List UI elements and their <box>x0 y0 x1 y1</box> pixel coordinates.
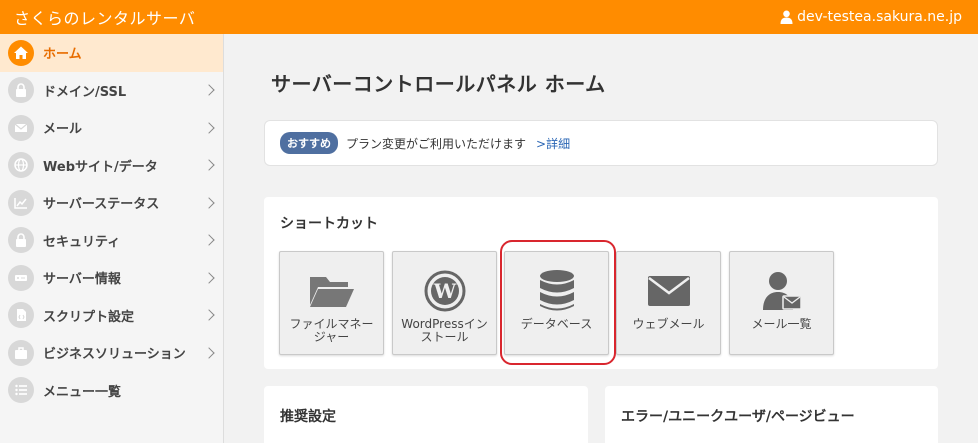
username: dev-testea.sakura.ne.jp <box>797 9 962 25</box>
mail-icon <box>8 114 34 141</box>
shortcuts-title: ショートカット <box>280 216 378 232</box>
chevron-right-icon <box>203 84 215 96</box>
wordpress-icon: W <box>424 268 466 314</box>
main-content: サーバーコントロールパネル ホーム おすすめ プラン変更がご利用いただけます >… <box>224 34 978 443</box>
shortcut-label: WordPressインストール <box>401 317 488 344</box>
sidebar: ホーム ドメイン/SSL メール Webサイト/データ サーバーステータス セキ… <box>0 34 224 443</box>
mail-list-button[interactable]: メール一覧 <box>729 251 834 355</box>
sidebar-item-server-status[interactable]: サーバーステータス <box>0 184 223 222</box>
home-icon <box>8 39 34 66</box>
card-title: 推奨設定 <box>280 409 336 425</box>
mail-user-icon <box>761 268 803 314</box>
highlight-annotation <box>500 240 616 365</box>
page-title: サーバーコントロールパネル ホーム <box>271 72 606 96</box>
shortcut-label: ファイルマネージャー <box>289 317 374 344</box>
brand-title[interactable]: さくらのレンタルサーバ <box>14 5 195 29</box>
chevron-right-icon <box>203 159 215 171</box>
sidebar-item-label: サーバーステータス <box>43 197 160 213</box>
sidebar-item-label: ホーム <box>43 47 82 63</box>
webmail-button[interactable]: ウェブメール <box>616 251 721 355</box>
sidebar-item-label: セキュリティ <box>43 234 121 250</box>
shortcut-label: メール一覧 <box>751 317 812 331</box>
sidebar-item-label: メニュー一覧 <box>43 384 122 400</box>
user-menu[interactable]: dev-testea.sakura.ne.jp <box>780 9 962 25</box>
sidebar-item-domain-ssl[interactable]: ドメイン/SSL <box>0 72 223 110</box>
top-bar: さくらのレンタルサーバ dev-testea.sakura.ne.jp <box>0 0 978 34</box>
chevron-right-icon <box>203 197 215 209</box>
wordpress-install-button[interactable]: W WordPressインストール <box>392 251 497 355</box>
sidebar-item-script-settings[interactable]: スクリプト設定 <box>0 297 223 335</box>
file-manager-button[interactable]: ファイルマネージャー <box>279 251 384 355</box>
sidebar-item-server-info[interactable]: サーバー情報 <box>0 259 223 297</box>
sidebar-item-website-data[interactable]: Webサイト/データ <box>0 147 223 185</box>
folder-icon <box>308 268 356 314</box>
chart-icon <box>8 189 34 216</box>
svg-text:W: W <box>432 279 456 303</box>
sidebar-item-label: サーバー情報 <box>43 272 121 288</box>
card-title: エラー/ユニークユーザ/ページビュー <box>621 409 855 425</box>
shortcut-label: ウェブメール <box>632 317 705 331</box>
sidebar-item-menu-list[interactable]: メニュー一覧 <box>0 372 223 410</box>
sidebar-item-label: Webサイト/データ <box>43 159 158 175</box>
script-icon <box>8 302 34 329</box>
sidebar-item-business-solutions[interactable]: ビジネスソリューション <box>0 334 223 372</box>
chevron-right-icon <box>203 347 215 359</box>
recommended-settings-card: 推奨設定 <box>264 386 588 443</box>
sidebar-item-label: ビジネスソリューション <box>43 347 186 363</box>
sidebar-item-security[interactable]: セキュリティ <box>0 222 223 260</box>
lock-icon <box>8 227 34 254</box>
recommended-badge: おすすめ <box>280 132 338 154</box>
chevron-right-icon <box>203 272 215 284</box>
sidebar-item-label: スクリプト設定 <box>43 309 135 325</box>
chevron-right-icon <box>203 122 215 134</box>
sidebar-item-mail[interactable]: メール <box>0 109 223 147</box>
lock-icon <box>8 77 34 104</box>
chevron-right-icon <box>203 234 215 246</box>
briefcase-icon <box>8 339 34 366</box>
details-link[interactable]: >詳細 <box>536 135 570 152</box>
sidebar-item-home[interactable]: ホーム <box>0 34 223 72</box>
error-stats-card: エラー/ユニークユーザ/ページビュー <box>605 386 938 443</box>
user-icon <box>780 10 793 24</box>
notice-text: プラン変更がご利用いただけます <box>346 136 527 151</box>
sidebar-item-label: ドメイン/SSL <box>43 84 127 100</box>
chevron-right-icon <box>203 309 215 321</box>
envelope-icon <box>647 268 691 314</box>
list-icon <box>8 377 34 404</box>
globe-icon <box>8 152 34 179</box>
server-icon <box>8 264 34 291</box>
notice-bar: おすすめ プラン変更がご利用いただけます >詳細 <box>264 120 938 166</box>
sidebar-item-label: メール <box>43 122 83 138</box>
